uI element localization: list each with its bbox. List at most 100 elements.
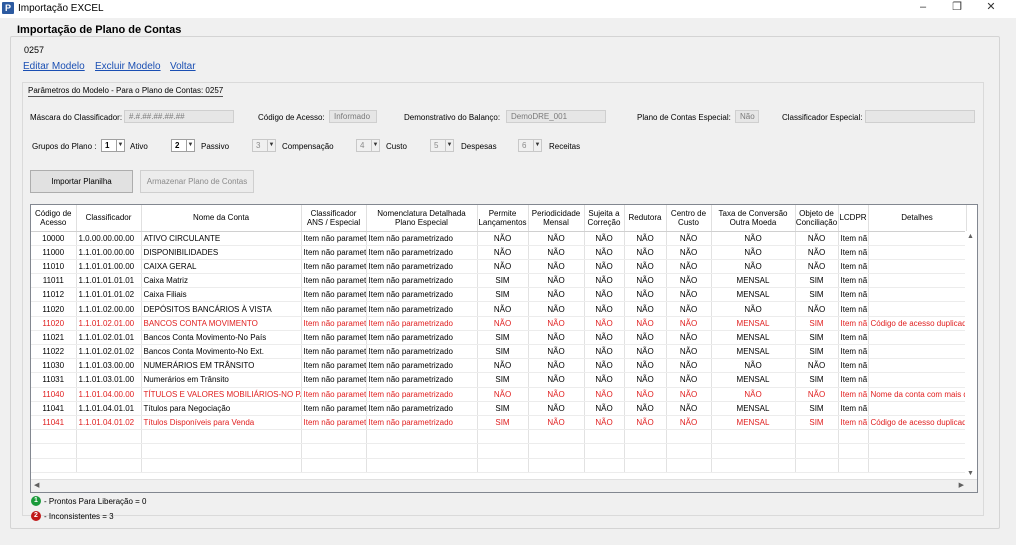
chevron-down-icon: ▼ (267, 140, 275, 151)
import-spreadsheet-button[interactable]: Importar Planilha (30, 170, 133, 193)
table-cell: NÃO (477, 231, 529, 246)
horizontal-scrollbar[interactable]: ◀ ▶ (31, 479, 977, 492)
table-row[interactable]: 11031 1.1.01.03.01.00 Numerários em Trânsi… (31, 372, 967, 388)
table-cell: NÃO (711, 358, 796, 374)
chevron-down-icon: ▼ (116, 140, 124, 151)
table-cell: SIM (795, 330, 839, 346)
group-passivo-label: Passivo (201, 142, 230, 151)
table-row[interactable]: 11011 1.1.01.01.01.01 Caixa Matriz Item não… (31, 273, 967, 289)
table-cell: NÃO (584, 316, 625, 331)
table-row[interactable]: 11020 1.1.01.02.01.00 BANCOS CONTA MOVIMEN… (31, 316, 967, 331)
close-button[interactable]: ✕ (976, 0, 1006, 16)
column-header[interactable]: Taxa de Conversão Outra Moeda (711, 205, 796, 232)
edit-model-link[interactable]: Editar Modelo (23, 61, 85, 72)
table-body: 10000 1.0.00.00.00.00 ATIVO CIRCULANTE Item… (31, 231, 967, 473)
table-cell: Item não paramet (301, 287, 367, 303)
table-cell (666, 429, 712, 445)
column-header[interactable]: Sujeita a Correção (584, 205, 625, 232)
table-cell: 11031 (31, 372, 77, 388)
table-row[interactable]: 11000 1.1.01.00.00.00 DISPONIBILIDADES Item… (31, 245, 967, 260)
group-despesas-select[interactable]: 5 ▼ (430, 139, 454, 152)
table-row[interactable]: 11041 1.1.01.04.01.02 Títulos Disponíveis … (31, 415, 967, 431)
table-cell: Títulos Disponíveis para Venda (141, 415, 302, 431)
table-cell: NÃO (477, 358, 529, 374)
table-cell: NÃO (666, 415, 712, 431)
chevron-down-icon: ▼ (445, 140, 453, 151)
scroll-left-icon[interactable]: ◀ (34, 481, 39, 489)
access-code-field: Informado (329, 110, 377, 123)
table-cell: 1.1.01.01.00.00 (76, 259, 142, 275)
table-row[interactable]: 11041 1.1.01.04.01.01 Títulos para Negocia… (31, 401, 967, 416)
group-compensacao-select[interactable]: 3 ▼ (252, 139, 276, 152)
table-cell: 1.1.01.04.01.02 (76, 415, 142, 431)
table-row[interactable]: 11040 1.1.01.04.00.00 TÍTULOS E VALORES MO… (31, 387, 967, 402)
table-cell: MENSAL (711, 401, 796, 416)
column-header[interactable]: Centro de Custo (666, 205, 712, 232)
table-row[interactable]: 11010 1.1.01.01.00.00 CAIXA GERAL Item não … (31, 259, 967, 275)
table-cell: Item não paramet (301, 245, 367, 260)
column-header[interactable]: Objeto de Conciliação (795, 205, 839, 232)
scroll-right-icon[interactable]: ▶ (959, 481, 964, 489)
table-cell: Bancos Conta Movimento-No País (141, 330, 302, 346)
table-cell: 1.0.00.00.00.00 (76, 231, 142, 246)
table-row[interactable]: 11022 1.1.01.02.01.02 Bancos Conta Movimen… (31, 344, 967, 360)
table-cell: NÃO (528, 273, 585, 289)
table-cell (31, 429, 77, 445)
minimize-button[interactable]: – (908, 0, 938, 16)
table-cell: 1.1.01.03.01.00 (76, 372, 142, 388)
group-custo-select[interactable]: 4 ▼ (356, 139, 380, 152)
back-link[interactable]: Voltar (170, 61, 196, 72)
chevron-down-icon: ▼ (371, 140, 379, 151)
delete-model-link[interactable]: Excluir Modelo (95, 61, 161, 72)
table-cell (301, 458, 367, 473)
scroll-up-icon[interactable]: ▲ (967, 233, 974, 240)
groups-label: Grupos do Plano : (32, 142, 97, 151)
column-header[interactable]: Classificador ANS / Especial (301, 205, 367, 232)
table-cell: 1.1.01.02.01.01 (76, 330, 142, 346)
table-cell: Item não paramet (301, 330, 367, 346)
table-cell: NÃO (666, 330, 712, 346)
table-cell: NÃO (624, 273, 667, 289)
table-row[interactable]: 11021 1.1.01.02.01.01 Bancos Conta Movimen… (31, 330, 967, 346)
table-cell: NÃO (624, 372, 667, 388)
table-cell: Item não parametrizado (366, 259, 478, 275)
table-cell: NÃO (666, 287, 712, 303)
group-receitas-select[interactable]: 6 ▼ (518, 139, 542, 152)
table-cell: Item não paramet (301, 415, 367, 431)
table-cell: SIM (795, 316, 839, 331)
table-cell (477, 443, 529, 459)
table-cell: NÃO (711, 387, 796, 402)
table-cell (868, 231, 967, 246)
column-header[interactable]: Classificador (76, 205, 142, 232)
column-header[interactable]: Detalhes (868, 205, 967, 232)
column-header[interactable]: Permite Lançamentos (477, 205, 529, 232)
column-header[interactable]: Redutora (624, 205, 667, 232)
table-row[interactable]: 11030 1.1.01.03.00.00 NUMERÁRIOS EM TRÂNSI… (31, 358, 967, 374)
table-cell: NÃO (624, 245, 667, 260)
table-cell: SIM (795, 287, 839, 303)
scroll-down-icon[interactable]: ▼ (967, 470, 974, 477)
group-ativo-select[interactable]: 1 ▼ (101, 139, 125, 152)
table-cell: Item não parametrizado (366, 245, 478, 260)
table-cell (868, 443, 967, 459)
accounts-grid[interactable]: Código de Acesso Classificador Nome da C… (30, 204, 978, 493)
vertical-scrollbar[interactable]: ▲ ▼ (965, 231, 977, 479)
column-header[interactable]: Código de Acesso (31, 205, 77, 232)
table-cell: 1.1.01.02.00.00 (76, 301, 142, 317)
table-row[interactable]: 10000 1.0.00.00.00.00 ATIVO CIRCULANTE Item… (31, 231, 967, 246)
restore-button[interactable]: ❐ (942, 0, 972, 16)
page-title: Importação de Plano de Contas (17, 24, 182, 36)
group-passivo-select[interactable]: 2 ▼ (171, 139, 195, 152)
table-cell: Bancos Conta Movimento-No Ext. (141, 344, 302, 360)
table-row[interactable]: 11020 1.1.01.02.00.00 DEPÓSITOS BANCÁRIOS … (31, 301, 967, 317)
column-header[interactable]: Nomenclatura Detalhada Plano Especial (366, 205, 478, 232)
column-header[interactable]: LCDPR (838, 205, 869, 232)
table-cell: Item não parametrizado (366, 358, 478, 374)
table-cell (868, 401, 967, 416)
table-row[interactable]: 11012 1.1.01.01.01.02 Caixa Filiais Item nã… (31, 287, 967, 303)
column-header[interactable]: Periodicidade Mensal (528, 205, 585, 232)
table-cell: NÃO (666, 316, 712, 331)
store-plan-button[interactable]: Armazenar Plano de Contas (140, 170, 254, 193)
table-cell: NÃO (795, 245, 839, 260)
column-header[interactable]: Nome da Conta (141, 205, 302, 232)
